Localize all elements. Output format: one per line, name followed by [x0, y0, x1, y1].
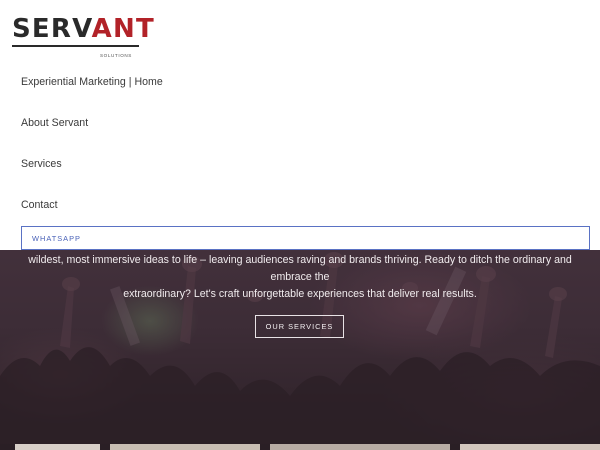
logo-word-dark: SERV [12, 14, 92, 44]
hero-description-line-1: wildest, most immersive ideas to life – … [28, 254, 572, 283]
nav-item-whatsapp[interactable]: WHATSAPP [21, 226, 590, 250]
logo-underline [12, 45, 139, 47]
hero-section: wildest, most immersive ideas to life – … [0, 226, 600, 450]
whatsapp-label: WHATSAPP [32, 233, 81, 243]
logo-wordmark: SERVANT [12, 14, 155, 44]
nav-item-services[interactable]: Services [21, 158, 62, 170]
nav-item-about[interactable]: About Servant [21, 117, 88, 129]
hero-description: wildest, most immersive ideas to life – … [12, 252, 588, 303]
logo-word-red: ANT [91, 14, 155, 44]
our-services-button[interactable]: OUR SERVICES [255, 315, 344, 338]
nav-item-home[interactable]: Experiential Marketing | Home [21, 76, 163, 88]
logo-subtitle: SOLUTIONS [100, 53, 132, 58]
photo-strip [0, 444, 600, 450]
page: wildest, most immersive ideas to life – … [0, 0, 600, 450]
nav-item-contact[interactable]: Contact [21, 199, 58, 211]
hero-description-line-2: extraordinary? Let's craft unforgettable… [123, 288, 477, 300]
servant-logo[interactable]: SERVANT SOLUTIONS [12, 14, 154, 58]
site-header: SERVANT SOLUTIONS Experiential Marketing… [0, 0, 600, 250]
